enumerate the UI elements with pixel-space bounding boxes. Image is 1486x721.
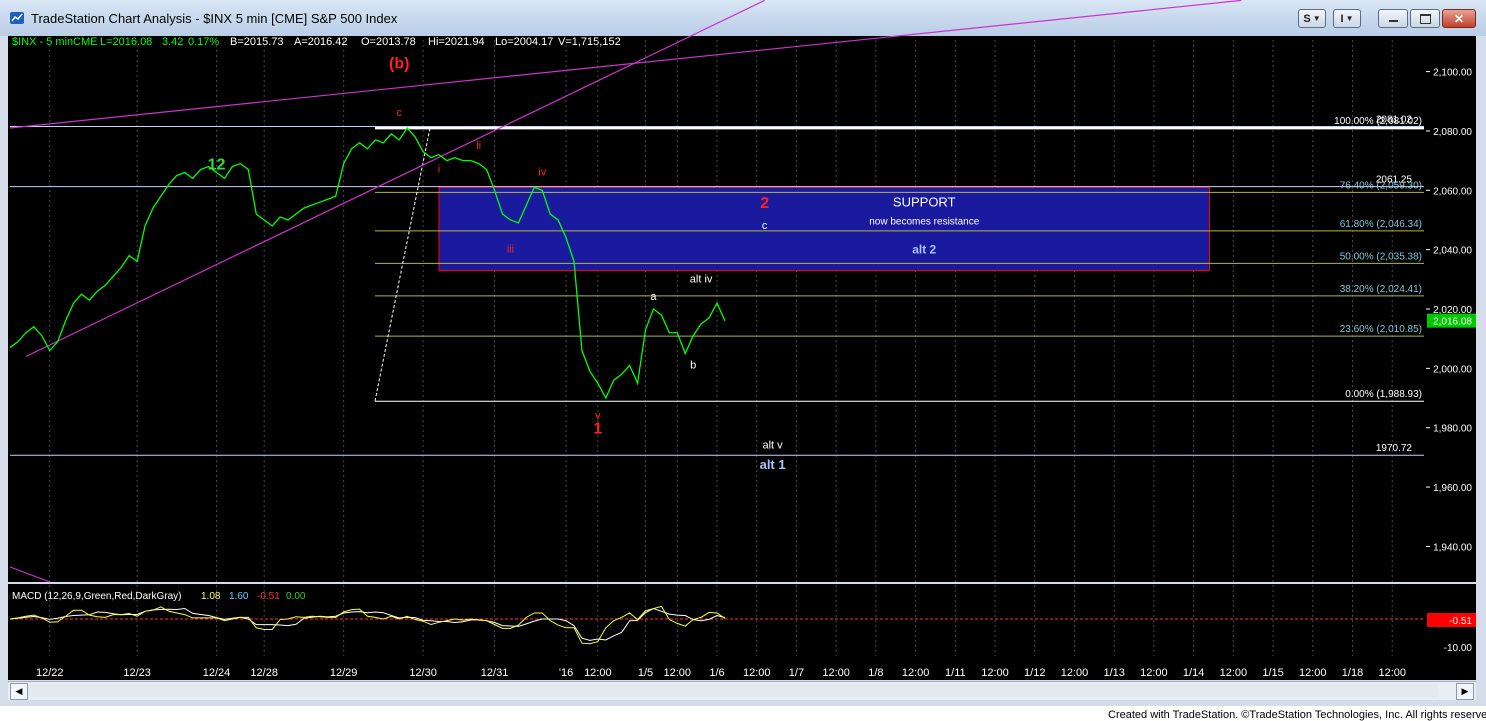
support-zone-box [438, 186, 1211, 271]
quote-header: $INX - 5 min CME L=2016.08 3.42 0.17% B=… [12, 36, 621, 48]
y-tick-label: 2,100.00 [1433, 68, 1472, 79]
macd-value: 1.08 [201, 591, 221, 602]
wave-label: alt v [763, 439, 784, 451]
x-tick-label: 1/11 [945, 667, 966, 679]
x-tick-label: 12:00 [1299, 667, 1327, 679]
wave-label: alt 1 [760, 457, 786, 472]
wave-label: iii [507, 244, 514, 256]
macd-zero-value: 0.00 [286, 591, 306, 602]
footer-credit: Created with TradeStation. ©TradeStation… [1108, 709, 1486, 721]
wave-label: ii [476, 140, 481, 152]
y-tick-label: 2,000.00 [1433, 364, 1472, 375]
x-tick-label: 12:00 [1140, 667, 1168, 679]
wave-label: alt iv [690, 273, 713, 285]
x-tick-label: 12/28 [250, 667, 278, 679]
x-tick-label: 1/18 [1342, 667, 1363, 679]
macd-diff-value: -0.51 [257, 591, 280, 602]
x-tick-label: 12/30 [409, 667, 437, 679]
grid-layer [49, 40, 1393, 656]
x-tick-label: 12/29 [330, 667, 358, 679]
fib-label: 23.60% (2,010.85) [1340, 324, 1422, 335]
y-tick-label: 2,080.00 [1433, 127, 1472, 138]
macd-signal-line [9, 607, 726, 641]
x-tick-label: 12:00 [664, 667, 692, 679]
x-tick-label: 12/24 [203, 667, 231, 679]
header-ask: A=2016.42 [294, 36, 348, 48]
macd-y-tick-label: -10.00 [1444, 643, 1473, 654]
header-last: L=2016.08 [100, 36, 152, 48]
wave-label: c [396, 107, 402, 119]
x-tick-label: 12:00 [584, 667, 612, 679]
x-tick-label: 12/22 [36, 667, 64, 679]
x-tick-label: 1/12 [1024, 667, 1045, 679]
wave-label: i [438, 164, 440, 176]
header-change: 3.42 [162, 36, 183, 48]
macd-layer: MACD (12,26,9,Green,Red,DarkGray) 1.08 1… [9, 591, 1476, 654]
level-label: 1970.72 [1376, 443, 1413, 454]
macd-tag-text: -0.51 [1449, 616, 1472, 627]
level-label: 2061.25 [1376, 175, 1413, 186]
header-high: Hi=2021.94 [428, 36, 485, 48]
x-tick-label: 1/5 [638, 667, 653, 679]
header-open: O=2013.78 [361, 36, 416, 48]
wave-label: 1 [593, 421, 602, 438]
x-tick-label: 1/13 [1103, 667, 1124, 679]
fib-anchor-line [374, 127, 431, 402]
chart-canvas: $INX - 5 min CME L=2016.08 3.42 0.17% B=… [9, 0, 1476, 679]
header-bid: B=2015.73 [230, 36, 284, 48]
x-tick-label: 12/23 [123, 667, 151, 679]
macd-signal-value: 1.60 [229, 591, 249, 602]
y-tick-label: 1,940.00 [1433, 542, 1472, 553]
wave-label: iv [538, 166, 546, 178]
x-tick-label: 12:00 [822, 667, 850, 679]
y-tick-label: 2,060.00 [1433, 186, 1472, 197]
macd-line [9, 605, 726, 645]
x-tick-label: 12:00 [902, 667, 930, 679]
y-axis-labels: 1,940.001,960.001,980.002,000.002,020.00… [1426, 68, 1476, 553]
fib-label: 50.00% (2,035.38) [1340, 251, 1422, 262]
y-tick-label: 1,960.00 [1433, 483, 1472, 494]
level-label: 2081.02 [1376, 115, 1413, 126]
fib-label: 38.20% (2,024.41) [1340, 284, 1422, 295]
wave-label: c [762, 220, 768, 232]
x-tick-label: 12:00 [981, 667, 1009, 679]
x-tick-label: 12/31 [481, 667, 509, 679]
x-tick-label: 1/7 [789, 667, 804, 679]
x-tick-label: 12:00 [1220, 667, 1248, 679]
channel-line-lower-stub [9, 566, 51, 583]
header-volume: V=1,715,152 [558, 36, 621, 48]
channel-layer [9, 0, 1242, 583]
support-zone-layer: SUPPORT now becomes resistance alt 2 [438, 186, 1211, 271]
header-symbol: $INX - 5 min [12, 36, 73, 48]
x-tick-label: 1/6 [709, 667, 724, 679]
channel-line [9, 0, 1242, 129]
wave-label: 12 [208, 157, 226, 174]
x-tick-label: 12:00 [743, 667, 771, 679]
y-tick-label: 1,980.00 [1433, 424, 1472, 435]
wave-label: a [650, 291, 657, 303]
header-low: Lo=2004.17 [495, 36, 553, 48]
x-tick-label: '16 [559, 667, 573, 679]
x-tick-label: 12:00 [1378, 667, 1406, 679]
support-label: SUPPORT [893, 194, 956, 209]
fib-label: 0.00% (1,988.93) [1345, 389, 1422, 400]
alt2-label: alt 2 [912, 242, 936, 256]
header-change-pct: 0.17% [188, 36, 219, 48]
wave-label: (b) [389, 56, 409, 73]
x-tick-label: 1/8 [868, 667, 883, 679]
y-tick-label: 2,040.00 [1433, 246, 1472, 257]
fib-label: 61.80% (2,046.34) [1340, 219, 1422, 230]
x-axis-labels: 12/22 12/23 12/24 12/28 12/29 12/30 12/31 '16 12… [36, 667, 1406, 679]
wave-label: b [690, 359, 696, 371]
wave-label: 2 [760, 195, 769, 212]
header-exchange: CME [73, 36, 97, 48]
x-tick-label: 1/15 [1262, 667, 1283, 679]
last-price-text: 2,016.08 [1433, 317, 1472, 328]
support-sublabel: now becomes resistance [869, 216, 979, 227]
macd-label: MACD (12,26,9,Green,Red,DarkGray) [12, 591, 182, 602]
x-tick-label: 12:00 [1061, 667, 1089, 679]
chart-window: TradeStation Chart Analysis - $INX 5 min… [0, 0, 1486, 706]
x-tick-label: 1/14 [1183, 667, 1204, 679]
